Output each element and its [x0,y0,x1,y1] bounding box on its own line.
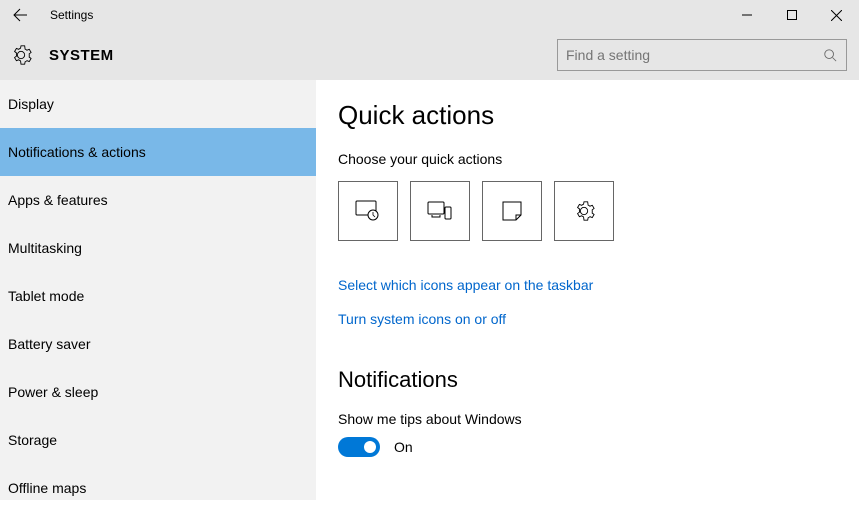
back-button[interactable] [0,0,40,30]
maximize-icon [787,10,797,20]
note-icon [502,201,522,221]
tips-toggle[interactable] [338,437,380,457]
minimize-button[interactable] [724,0,769,30]
links-block: Select which icons appear on the taskbar… [338,277,859,327]
minimize-icon [742,10,752,20]
sidebar-item-label: Offline maps [8,480,86,496]
sidebar: Display Notifications & actions Apps & f… [0,80,316,500]
quick-action-tile-note[interactable] [482,181,542,241]
app-title: Settings [50,8,93,22]
tips-toggle-state: On [394,439,413,455]
sidebar-item-label: Apps & features [8,192,108,208]
search-icon [822,47,838,63]
content: Quick actions Choose your quick actions … [316,80,859,500]
sidebar-item-power-sleep[interactable]: Power & sleep [0,368,316,416]
sidebar-item-multitasking[interactable]: Multitasking [0,224,316,272]
close-button[interactable] [814,0,859,30]
sidebar-item-label: Storage [8,432,57,448]
sidebar-item-offline-maps[interactable]: Offline maps [0,464,316,512]
connect-icon [427,201,453,221]
sidebar-item-display[interactable]: Display [0,80,316,128]
body: Display Notifications & actions Apps & f… [0,80,859,500]
tablet-mode-icon [355,200,381,222]
settings-gear-icon [573,200,595,222]
page-category: SYSTEM [49,47,114,64]
maximize-button[interactable] [769,0,814,30]
sidebar-item-storage[interactable]: Storage [0,416,316,464]
close-icon [831,10,842,21]
notifications-title: Notifications [338,367,859,393]
quick-action-tile-tablet-mode[interactable] [338,181,398,241]
sidebar-item-apps-features[interactable]: Apps & features [0,176,316,224]
link-taskbar-icons[interactable]: Select which icons appear on the taskbar [338,277,859,293]
quick-action-tile-connect[interactable] [410,181,470,241]
sidebar-item-label: Power & sleep [8,384,98,400]
sidebar-item-label: Battery saver [8,336,90,352]
link-system-icons[interactable]: Turn system icons on or off [338,311,859,327]
tips-label: Show me tips about Windows [338,411,859,427]
sidebar-item-notifications-actions[interactable]: Notifications & actions [0,128,316,176]
quick-actions-subtitle: Choose your quick actions [338,151,859,167]
quick-action-tile-settings[interactable] [554,181,614,241]
system-icon-box [5,39,37,71]
toggle-knob [364,441,376,453]
sidebar-item-tablet-mode[interactable]: Tablet mode [0,272,316,320]
sidebar-item-label: Tablet mode [8,288,84,304]
quick-action-tiles [338,181,859,241]
titlebar: Settings [0,0,859,30]
tips-toggle-row: On [338,437,859,457]
quick-actions-title: Quick actions [338,100,859,131]
arrow-left-icon [12,7,28,23]
search-input[interactable] [566,47,822,63]
sidebar-item-battery-saver[interactable]: Battery saver [0,320,316,368]
sidebar-item-label: Display [8,96,54,112]
gear-icon [10,44,32,66]
header: SYSTEM [0,30,859,80]
sidebar-item-label: Multitasking [8,240,82,256]
sidebar-item-label: Notifications & actions [8,144,146,160]
search-box[interactable] [557,39,847,71]
